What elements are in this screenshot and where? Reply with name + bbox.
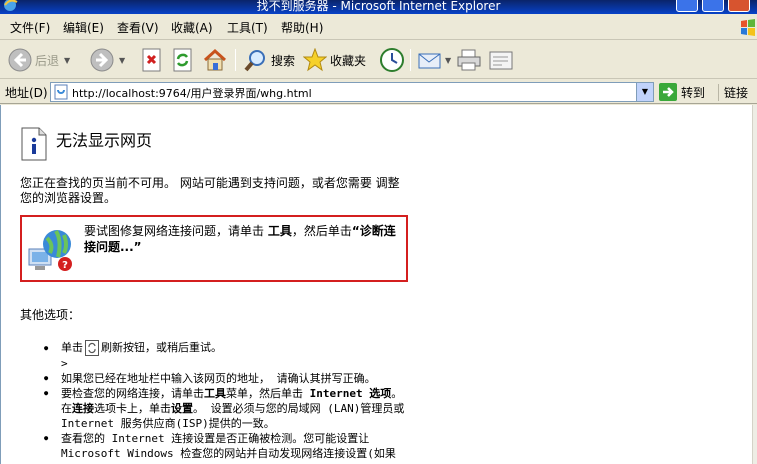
menu-bar: 文件(F) 编辑(E) 查看(V) 收藏(A) 工具(T) 帮助(H) xyxy=(0,14,757,40)
address-input[interactable]: http://localhost:9764/用户登录界面/whg.html ▼ xyxy=(50,82,654,102)
go-button[interactable]: 转到 xyxy=(659,82,705,102)
info-icon xyxy=(21,127,47,161)
search-icon xyxy=(244,50,265,72)
minimize-button[interactable] xyxy=(676,0,698,12)
address-url: http://localhost:9764/用户登录界面/whg.html xyxy=(72,87,312,100)
mail-icon xyxy=(418,53,441,69)
intro-text: 您正在查找的页当前不可用。 网站可能遇到支持问题，或者您需要 调整您的浏览器设置… xyxy=(20,176,400,205)
mail-button[interactable]: ▼ xyxy=(417,45,451,75)
svg-text:?: ? xyxy=(62,260,68,271)
stop-button[interactable] xyxy=(141,45,163,75)
back-button[interactable]: 后退 ▼ xyxy=(8,45,70,75)
stop-icon xyxy=(142,48,161,72)
menu-view[interactable]: 查看(V) xyxy=(117,19,159,36)
edit-page-icon xyxy=(489,51,513,70)
chevron-down-icon[interactable]: ▼ xyxy=(64,56,70,65)
menu-file[interactable]: 文件(F) xyxy=(10,19,50,36)
page-icon xyxy=(54,84,68,100)
diagnose-text: 要试图修复网络连接问题，请单击 工具，然后单击“诊断连接问题...” xyxy=(84,224,396,254)
caret-text: > xyxy=(61,357,68,370)
windows-logo-icon xyxy=(741,19,755,36)
menu-edit[interactable]: 编辑(E) xyxy=(63,19,104,36)
chevron-down-icon[interactable]: ▼ xyxy=(119,56,125,65)
menu-help[interactable]: 帮助(H) xyxy=(281,19,323,36)
menu-favorites[interactable]: 收藏(A) xyxy=(171,19,213,36)
home-icon xyxy=(203,48,227,71)
list-item: 要检查您的网络连接，请单击工具菜单，然后单击 Internet 选项。在连接选项… xyxy=(41,386,411,431)
search-label: 搜索 xyxy=(271,53,296,68)
address-bar: 地址(D) http://localhost:9764/用户登录界面/whg.h… xyxy=(0,80,757,104)
history-button[interactable] xyxy=(379,45,405,75)
refresh-icon xyxy=(173,48,192,72)
toolbar: 后退 ▼ ▼ 搜索 收藏夹 ▼ xyxy=(0,41,757,79)
favorites-button[interactable]: 收藏夹 xyxy=(303,45,366,75)
back-label: 后退 xyxy=(35,53,60,68)
network-diagnose-icon: ? xyxy=(28,229,72,271)
other-options-heading: 其他选项： xyxy=(20,308,81,322)
links-button[interactable]: 链接 xyxy=(718,84,748,101)
home-button[interactable] xyxy=(202,45,228,75)
back-arrow-icon xyxy=(8,48,32,72)
refresh-icon xyxy=(85,340,99,356)
close-button[interactable] xyxy=(728,0,750,12)
address-label: 地址(D) xyxy=(5,86,48,100)
vertical-scrollbar[interactable] xyxy=(752,105,757,464)
menu-tools[interactable]: 工具(T) xyxy=(227,19,268,36)
star-icon xyxy=(303,48,327,72)
printer-icon xyxy=(457,49,481,71)
print-button[interactable] xyxy=(456,45,482,75)
page-content: 无法显示网页 您正在查找的页当前不可用。 网站可能遇到支持问题，或者您需要 调整… xyxy=(0,105,752,464)
list-item: 单击刷新按钮，或稍后重试。 xyxy=(41,339,411,357)
refresh-button[interactable] xyxy=(172,45,194,75)
edit-button[interactable] xyxy=(488,45,514,75)
list-item: 如果您已经在地址栏中输入该网页的地址， 请确认其拼写正确。 xyxy=(41,371,411,386)
title-bar: 找不到服务器 - Microsoft Internet Explorer xyxy=(0,0,757,14)
go-label: 转到 xyxy=(681,85,706,100)
favorites-label: 收藏夹 xyxy=(330,53,367,68)
history-icon xyxy=(380,48,404,72)
maximize-button[interactable] xyxy=(702,0,724,12)
forward-arrow-icon xyxy=(90,48,114,72)
chevron-down-icon[interactable]: ▼ xyxy=(445,56,451,65)
go-arrow-icon xyxy=(659,83,677,101)
diagnose-box: ? 要试图修复网络连接问题，请单击 工具，然后单击“诊断连接问题...” xyxy=(20,215,408,282)
search-button[interactable]: 搜索 xyxy=(244,45,295,75)
options-list: 单击刷新按钮，或稍后重试。 > 如果您已经在地址栏中输入该网页的地址， 请确认其… xyxy=(41,339,411,461)
list-item: 查看您的 Internet 连接设置是否正确被检测。您可能设置让 Microso… xyxy=(41,431,411,461)
window-title: 找不到服务器 - Microsoft Internet Explorer xyxy=(256,0,501,13)
chevron-down-icon[interactable]: ▼ xyxy=(636,83,653,101)
page-heading: 无法显示网页 xyxy=(56,131,153,150)
forward-button[interactable]: ▼ xyxy=(90,45,125,75)
